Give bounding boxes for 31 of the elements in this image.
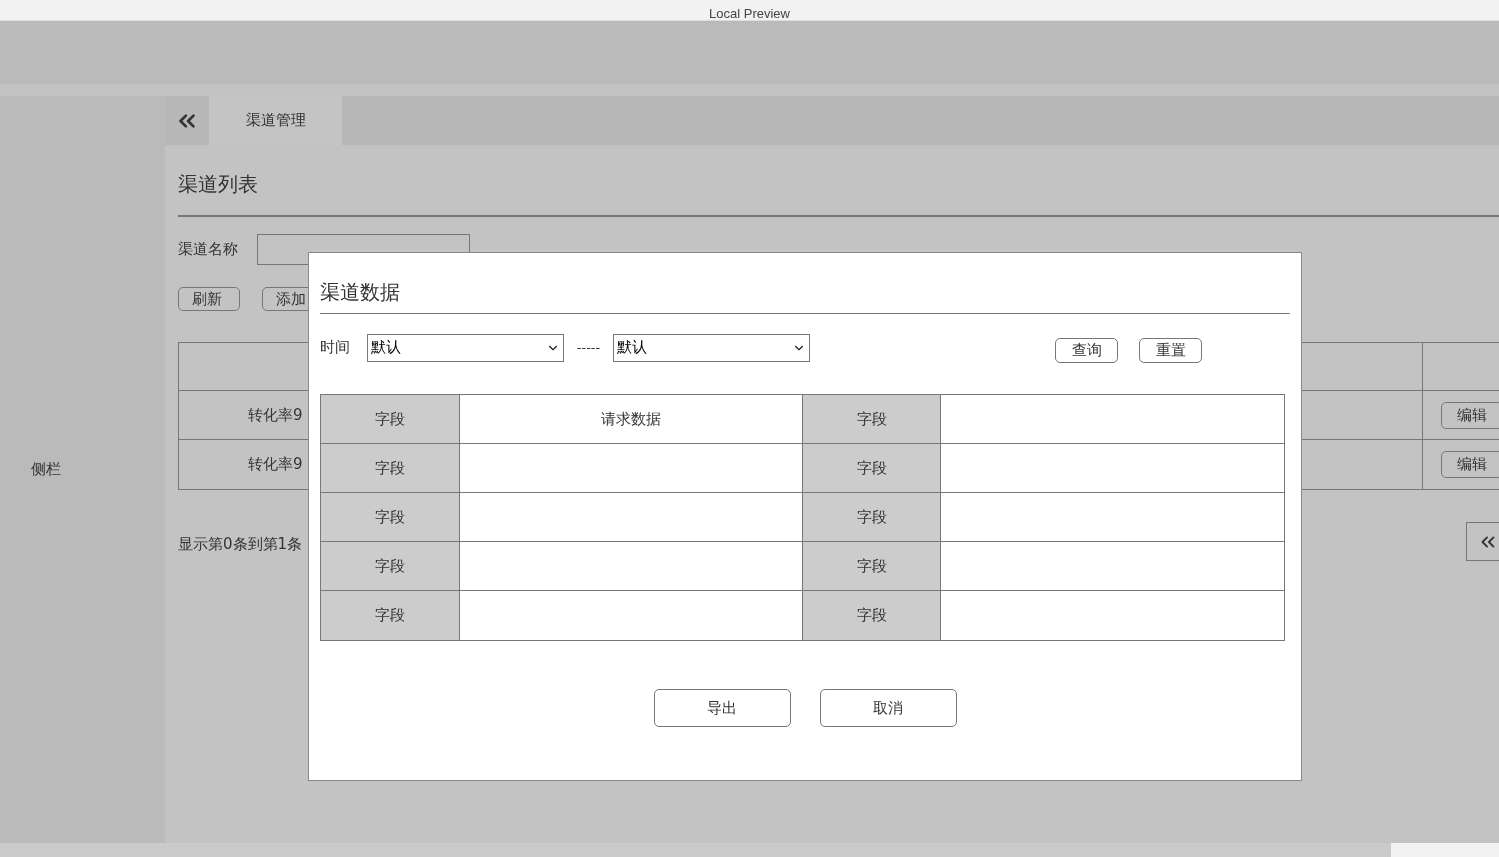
field-label-cell: 字段 (803, 444, 941, 492)
table-cell-text: 转化率9 (248, 404, 303, 426)
field-label-cell: 字段 (803, 542, 941, 590)
query-button[interactable]: 重置 (1139, 338, 1202, 363)
table-cell-text: 转化率9 (248, 454, 303, 476)
range-separator: ----- (575, 338, 602, 357)
select-field[interactable]: 默认 (613, 333, 810, 362)
field-label-cell: 字段 (321, 591, 460, 640)
field-label-cell: 字段 (321, 395, 460, 443)
pagination-info: 显示第0条到第1条 (178, 534, 304, 555)
tab[interactable]: 渠道管理 (209, 96, 342, 145)
field-label-cell: 字段 (321, 493, 460, 541)
time-label: 时间 (320, 337, 351, 359)
field-label-cell: 字段 (803, 591, 941, 640)
select-field[interactable]: 默认 (367, 333, 564, 362)
field-label-cell: 字段 (803, 395, 941, 443)
query-button[interactable]: 查询 (1055, 338, 1118, 363)
field-value-cell-text: 请求数据 (601, 408, 661, 430)
field-label-cell: 字段 (321, 444, 460, 492)
sidebar-label: 侧栏 (31, 459, 61, 481)
page-title: 渠道列表 (178, 171, 259, 197)
edit-button[interactable]: 编辑 (1441, 451, 1499, 478)
browser-title: Local Preview (709, 7, 790, 20)
dialog-button[interactable]: 取消 (819, 689, 957, 727)
field-label-cell: 字段 (803, 493, 941, 541)
edit-button[interactable]: 编辑 (1441, 401, 1499, 429)
previous-page-button[interactable] (1466, 522, 1499, 561)
filter-label: 渠道名称 (178, 239, 238, 261)
toolbar-button[interactable]: 刷新 (178, 287, 240, 311)
dialog-button[interactable]: 导出 (653, 689, 791, 727)
field-label-cell: 字段 (321, 542, 460, 590)
